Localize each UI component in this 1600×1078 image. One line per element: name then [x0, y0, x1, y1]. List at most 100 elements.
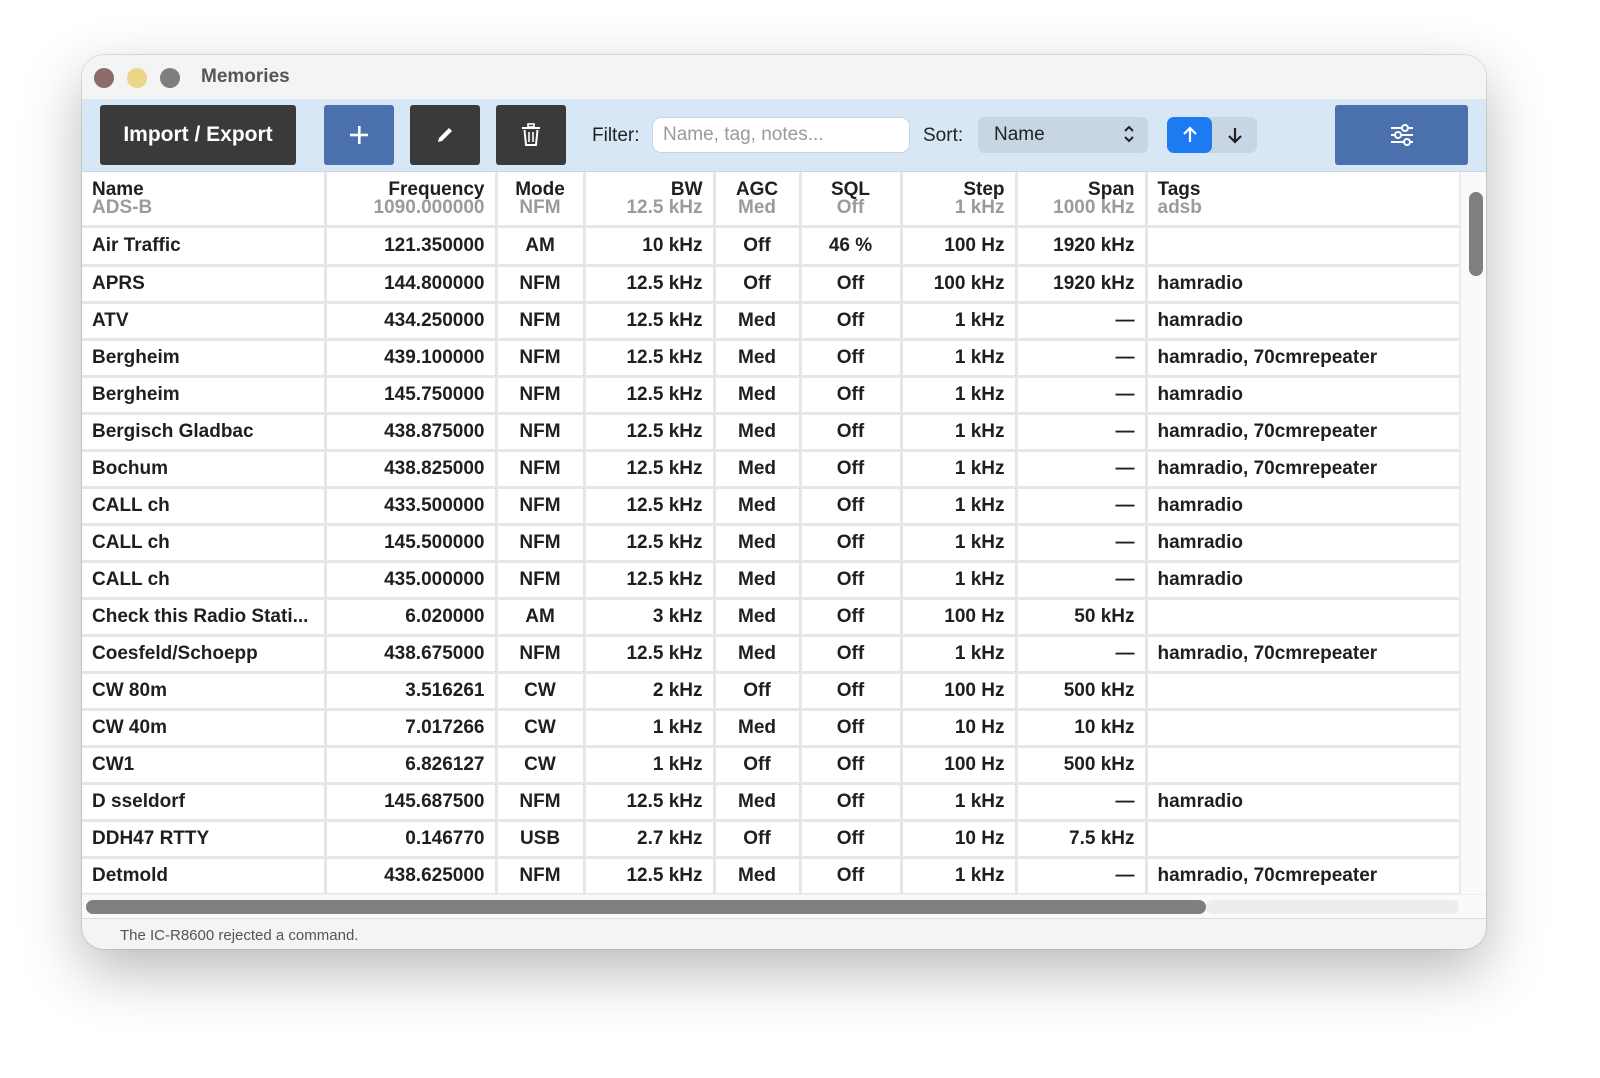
cell-frequency: 145.750000 — [325, 376, 498, 415]
column-header-sql[interactable]: SQL Off — [800, 172, 903, 225]
cell-step: 1 kHz — [901, 561, 1018, 600]
table-row[interactable]: Air Traffic 121.350000 AM 10 kHz Off 46 % 100 … — [82, 228, 1460, 267]
table-row[interactable]: CALL ch 145.500000 NFM 12.5 kHz Med Off 1 kHz —… — [82, 524, 1460, 563]
window-title: Memories — [201, 66, 290, 87]
cell-frequency: 6.826127 — [325, 746, 498, 785]
cell-agc: Med — [714, 783, 802, 822]
sort-descending-button[interactable] — [1212, 117, 1257, 153]
cell-span: — — [1016, 302, 1148, 341]
cell-tags — [1146, 598, 1460, 637]
close-window-button[interactable] — [94, 68, 114, 88]
horizontal-scrollbar[interactable] — [82, 894, 1486, 919]
import-export-button[interactable]: Import / Export — [100, 105, 296, 165]
cell-mode: NFM — [496, 561, 586, 600]
table-row[interactable]: APRS 144.800000 NFM 12.5 kHz Off Off 100 kHz 19… — [82, 265, 1460, 304]
cell-frequency: 145.687500 — [325, 783, 498, 822]
cell-tags: hamradio — [1146, 302, 1460, 341]
sort-select[interactable]: Name — [978, 117, 1148, 153]
cell-bw: 12.5 kHz — [584, 376, 716, 415]
cell-bw: 3 kHz — [584, 598, 716, 637]
cell-tags — [1146, 228, 1460, 267]
arrow-down-icon — [1227, 128, 1242, 144]
minimize-window-button[interactable] — [127, 68, 147, 88]
column-header-span[interactable]: Span 1000 kHz — [1016, 172, 1148, 225]
cell-frequency: 7.017266 — [325, 709, 498, 748]
cell-mode: NFM — [496, 524, 586, 563]
cell-step: 1 kHz — [901, 339, 1018, 378]
cell-agc: Med — [714, 524, 802, 563]
column-header-agc[interactable]: AGC Med — [714, 172, 802, 225]
cell-agc: Med — [714, 635, 802, 674]
cell-tags: hamradio — [1146, 561, 1460, 600]
cell-step: 1 kHz — [901, 857, 1018, 894]
status-bar: The IC-R8600 rejected a command. — [82, 918, 1486, 949]
delete-memory-button[interactable] — [496, 105, 566, 165]
cell-mode: CW — [496, 746, 586, 785]
cell-span: — — [1016, 413, 1148, 452]
column-header-tags[interactable]: Tags adsb — [1146, 172, 1460, 225]
plus-icon — [350, 126, 368, 144]
cell-span: 1920 kHz — [1016, 228, 1148, 267]
table-row[interactable]: CW 80m 3.516261 CW 2 kHz Off Off 100 Hz 500 kHz — [82, 672, 1460, 711]
cell-span: 500 kHz — [1016, 746, 1148, 785]
horizontal-scroll-thumb[interactable] — [86, 900, 1206, 914]
table-row[interactable]: Check this Radio Stati... 6.020000 AM 3 kHz… — [82, 598, 1460, 637]
table-row[interactable]: Bergheim 439.100000 NFM 12.5 kHz Med Off 1 kHz… — [82, 339, 1460, 378]
cell-name: Check this Radio Stati... — [82, 598, 327, 637]
edit-memory-button[interactable] — [410, 105, 480, 165]
cell-tags: hamradio — [1146, 376, 1460, 415]
cell-name: APRS — [82, 265, 327, 304]
cell-sql: Off — [800, 783, 903, 822]
cell-mode: NFM — [496, 339, 586, 378]
partial-row-tags: adsb — [1157, 197, 1202, 218]
table-row[interactable]: D sseldorf 145.687500 NFM 12.5 kHz Med Off 1 k… — [82, 783, 1460, 822]
cell-bw: 12.5 kHz — [584, 783, 716, 822]
zoom-window-button[interactable] — [160, 68, 180, 88]
cell-name: CW1 — [82, 746, 327, 785]
table-row[interactable]: DDH47 RTTY 0.146770 USB 2.7 kHz Off Off 10 Hz 7… — [82, 820, 1460, 859]
pencil-icon — [438, 128, 452, 142]
cell-name: CW 40m — [82, 709, 327, 748]
column-header-step[interactable]: Step 1 kHz — [901, 172, 1018, 225]
cell-sql: Off — [800, 487, 903, 526]
column-header-frequency[interactable]: Frequency 1090.000000 — [325, 172, 498, 225]
cell-sql: Off — [800, 672, 903, 711]
table-row[interactable]: CALL ch 435.000000 NFM 12.5 kHz Med Off 1 kHz —… — [82, 561, 1460, 600]
cell-mode: NFM — [496, 413, 586, 452]
table-row[interactable]: CW 40m 7.017266 CW 1 kHz Med Off 10 Hz 10 kHz — [82, 709, 1460, 748]
cell-frequency: 144.800000 — [325, 265, 498, 304]
cell-sql: Off — [800, 709, 903, 748]
table-row[interactable]: Bergisch Gladbac 438.875000 NFM 12.5 kHz Med… — [82, 413, 1460, 452]
column-header-mode[interactable]: Mode NFM — [496, 172, 586, 225]
table-row[interactable]: CALL ch 433.500000 NFM 12.5 kHz Med Off 1 kHz —… — [82, 487, 1460, 526]
cell-tags — [1146, 709, 1460, 748]
cell-bw: 12.5 kHz — [584, 413, 716, 452]
table-row[interactable]: CW1 6.826127 CW 1 kHz Off Off 100 Hz 500 kHz — [82, 746, 1460, 785]
cell-span: — — [1016, 450, 1148, 489]
cell-mode: NFM — [496, 487, 586, 526]
table-row[interactable]: Detmold 438.625000 NFM 12.5 kHz Med Off 1 kHz —… — [82, 857, 1460, 894]
add-memory-button[interactable] — [324, 105, 394, 165]
cell-name: Detmold — [82, 857, 327, 894]
table-row[interactable]: Coesfeld/Schoepp 438.675000 NFM 12.5 kHz Med… — [82, 635, 1460, 674]
cell-name: CALL ch — [82, 487, 327, 526]
column-header-name[interactable]: Name ADS-B — [82, 172, 327, 225]
column-header-bw[interactable]: BW 12.5 kHz — [584, 172, 716, 225]
cell-sql: Off — [800, 857, 903, 894]
table-row[interactable]: ATV 434.250000 NFM 12.5 kHz Med Off 1 kHz — hamr… — [82, 302, 1460, 341]
cell-sql: Off — [800, 746, 903, 785]
vertical-scrollbar[interactable] — [1460, 172, 1486, 894]
cell-span: 50 kHz — [1016, 598, 1148, 637]
cell-name: Bochum — [82, 450, 327, 489]
table-row[interactable]: Bergheim 145.750000 NFM 12.5 kHz Med Off 1 kHz… — [82, 376, 1460, 415]
vertical-scroll-thumb[interactable] — [1469, 192, 1483, 276]
cell-span: 500 kHz — [1016, 672, 1148, 711]
partial-row-step: 1 kHz — [954, 197, 1005, 218]
cell-frequency: 438.825000 — [325, 450, 498, 489]
cell-step: 1 kHz — [901, 783, 1018, 822]
settings-button[interactable] — [1335, 105, 1468, 165]
sort-ascending-button[interactable] — [1167, 117, 1212, 153]
cell-name: CALL ch — [82, 561, 327, 600]
filter-input[interactable] — [652, 117, 910, 153]
table-row[interactable]: Bochum 438.825000 NFM 12.5 kHz Med Off 1 kHz — h… — [82, 450, 1460, 489]
